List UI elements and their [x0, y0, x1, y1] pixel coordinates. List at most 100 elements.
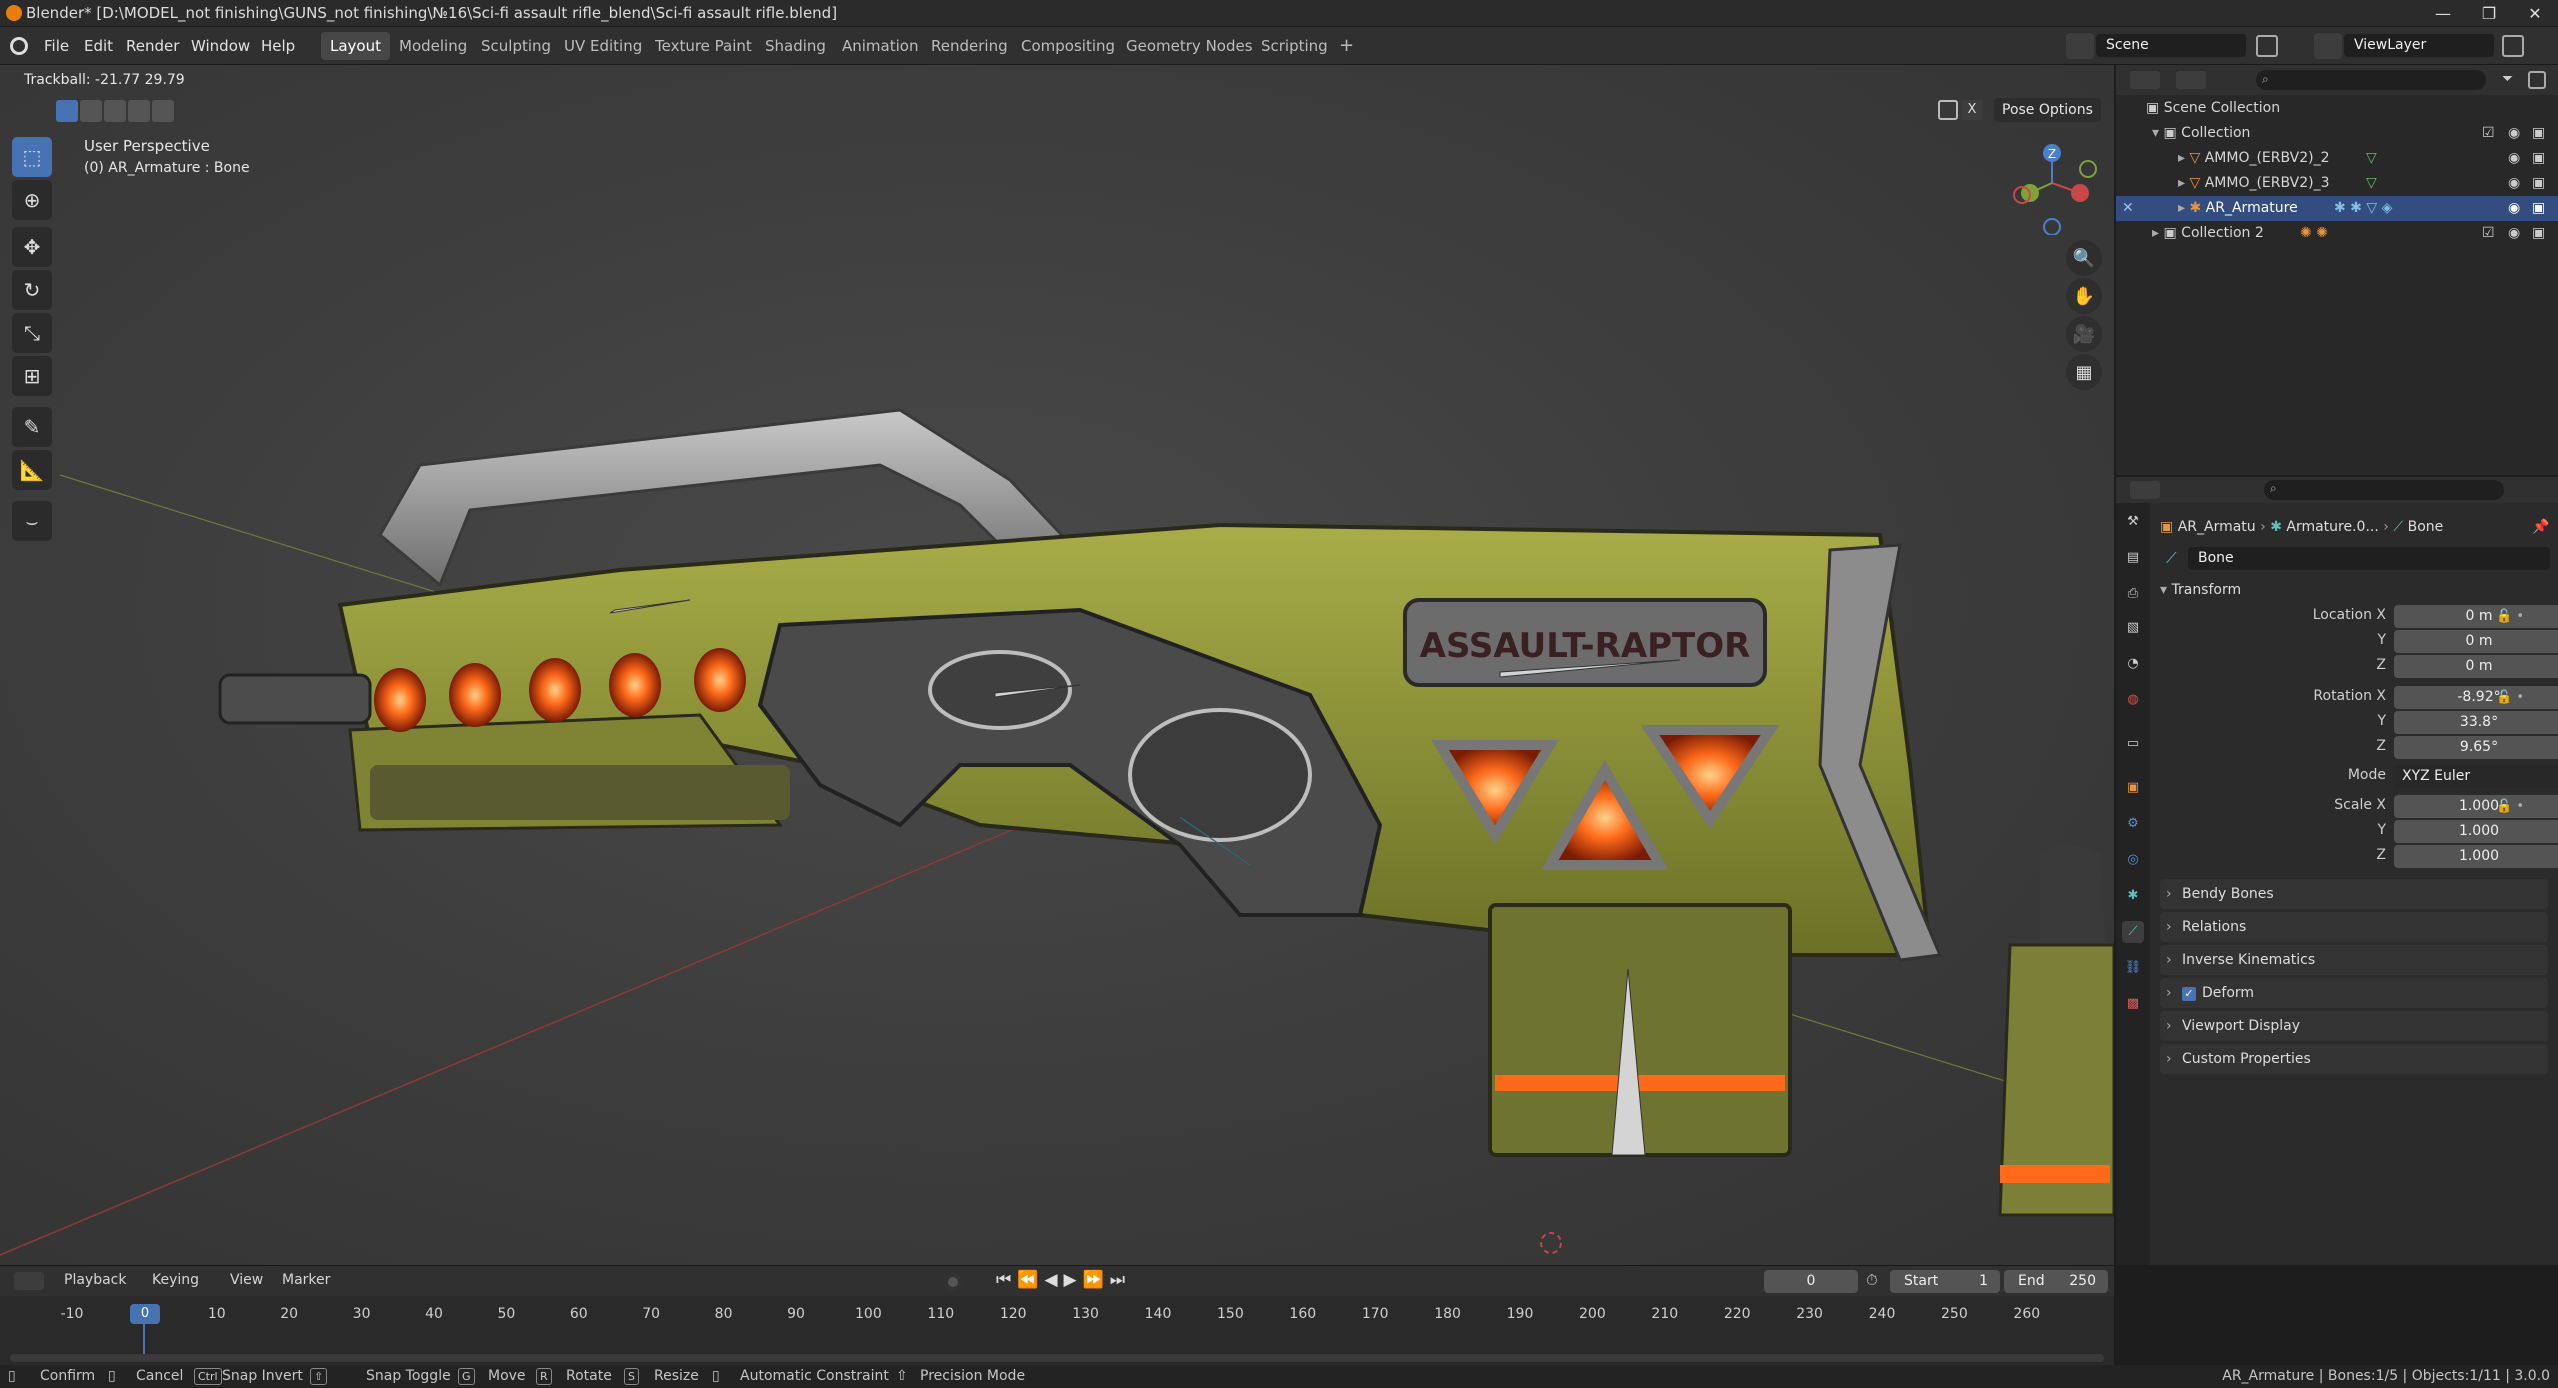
- tool-tab-icon[interactable]: ⚒: [2122, 511, 2144, 533]
- modifier-tab-icon[interactable]: ⚙: [2122, 813, 2144, 835]
- deform-panel[interactable]: › ✓ Deform: [2160, 978, 2548, 1008]
- minimize-button[interactable]: —: [2420, 0, 2466, 27]
- relations-panel[interactable]: › Relations: [2160, 912, 2548, 942]
- 3d-viewport[interactable]: ASSAULT-RAPTOR Trackball: -21.77 29.79 U…: [0, 65, 2114, 1265]
- select-intersect-icon[interactable]: [152, 100, 174, 122]
- outliner-item-armature[interactable]: ✕ ▸ ✱ AR_Armature ✱ ✱ ▽ ◈ ◉ ▣: [2116, 196, 2558, 221]
- pin-icon[interactable]: 📌: [2532, 519, 2549, 535]
- scale-y-field[interactable]: 1.000: [2394, 820, 2558, 843]
- gizmo-toggle-icon[interactable]: [1938, 100, 1958, 120]
- tab-modeling[interactable]: Modeling: [390, 32, 476, 60]
- expand-arrow-icon[interactable]: ▸: [2178, 200, 2189, 216]
- rotate-tool[interactable]: ↻: [12, 270, 52, 310]
- bone-size-tool[interactable]: ⌣: [12, 501, 52, 541]
- scene-type-icon[interactable]: [2066, 33, 2094, 59]
- outliner-search-input[interactable]: [2256, 70, 2486, 90]
- timeline-scrollbar[interactable]: [10, 1354, 2104, 1362]
- viewlayer-type-icon[interactable]: [2314, 33, 2342, 59]
- tab-geometry-nodes[interactable]: Geometry Nodes: [1117, 32, 1262, 60]
- expand-arrow-icon[interactable]: ▾: [2152, 125, 2163, 141]
- select-new-icon[interactable]: [56, 100, 78, 122]
- render-camera-icon[interactable]: ▣: [2532, 171, 2545, 196]
- tab-uv-editing[interactable]: UV Editing: [555, 32, 651, 60]
- scale-tool[interactable]: ⤡: [12, 313, 52, 353]
- select-box-tool[interactable]: ⬚: [12, 137, 52, 177]
- menu-window[interactable]: Window: [183, 27, 258, 65]
- render-camera-icon[interactable]: ▣: [2532, 146, 2545, 171]
- select-invert-icon[interactable]: [128, 100, 150, 122]
- transform-panel-header[interactable]: ▾ Transform: [2160, 575, 2550, 605]
- scale-z-field[interactable]: 1.000: [2394, 845, 2558, 868]
- inverse-kinematics-panel[interactable]: › Inverse Kinematics: [2160, 945, 2548, 975]
- render-camera-icon[interactable]: ▣: [2532, 221, 2545, 246]
- bone-constraint-tab-icon[interactable]: ⛓: [2122, 957, 2144, 979]
- deform-checkbox[interactable]: ✓: [2182, 987, 2196, 1001]
- viewlayer-field[interactable]: ViewLayer: [2344, 34, 2494, 57]
- tab-sculpting[interactable]: Sculpting: [472, 32, 560, 60]
- rotation-y-field[interactable]: 33.8°: [2394, 711, 2558, 734]
- menu-render[interactable]: Render: [118, 27, 187, 65]
- maximize-button[interactable]: ❐: [2466, 0, 2512, 27]
- tab-shading[interactable]: Shading: [756, 32, 835, 60]
- select-subtract-icon[interactable]: [104, 100, 126, 122]
- collapse-arrow-icon[interactable]: ▾: [2160, 582, 2171, 598]
- new-scene-icon[interactable]: [2256, 35, 2278, 57]
- texture-tab-icon[interactable]: ▩: [2122, 993, 2144, 1015]
- lock-location-icon[interactable]: 🔓 •: [2496, 605, 2524, 628]
- physics-tab-icon[interactable]: ◎: [2122, 849, 2144, 871]
- scene-tab-icon[interactable]: ◔: [2122, 653, 2144, 675]
- collection-tab-icon[interactable]: ▭: [2122, 733, 2144, 755]
- lock-scale-icon[interactable]: 🔓 •: [2496, 795, 2524, 818]
- render-camera-icon[interactable]: ▣: [2532, 121, 2545, 146]
- outliner-collection[interactable]: ▾ ▣ Collection ☑ ◉ ▣: [2116, 121, 2558, 146]
- add-workspace-button[interactable]: +: [1330, 32, 1363, 60]
- bone-tab-icon[interactable]: ⟋: [2122, 921, 2144, 943]
- render-camera-icon[interactable]: ▣: [2532, 196, 2545, 221]
- tab-compositing[interactable]: Compositing: [1012, 32, 1124, 60]
- menu-edit[interactable]: Edit: [76, 27, 121, 65]
- expand-arrow-icon[interactable]: ▸: [2178, 175, 2189, 191]
- visibility-eye-icon[interactable]: ◉: [2508, 196, 2520, 221]
- filter-icon[interactable]: ⏷: [2502, 71, 2513, 87]
- visibility-eye-icon[interactable]: ◉: [2508, 146, 2520, 171]
- menu-file[interactable]: File: [36, 27, 77, 65]
- expand-arrow-icon[interactable]: ▸: [2178, 150, 2189, 166]
- location-x-field[interactable]: 0 m: [2394, 605, 2558, 628]
- pan-hand-icon[interactable]: ✋: [2066, 278, 2102, 314]
- x-mirror-icon[interactable]: X: [1962, 100, 1982, 120]
- blender-menu-icon[interactable]: [10, 37, 28, 55]
- cursor-tool[interactable]: ⊕: [12, 180, 52, 220]
- close-button[interactable]: ✕: [2512, 0, 2558, 27]
- output-tab-icon[interactable]: ⎙: [2122, 583, 2144, 605]
- pose-options-dropdown[interactable]: Pose Options: [1994, 98, 2101, 122]
- camera-view-icon[interactable]: 🎥: [2066, 316, 2102, 352]
- visibility-eye-icon[interactable]: ◉: [2508, 171, 2520, 196]
- bone-name-field[interactable]: Bone: [2188, 547, 2550, 570]
- tab-layout[interactable]: Layout: [321, 32, 390, 60]
- transform-tool[interactable]: ⊞: [12, 356, 52, 396]
- outliner-collection-2[interactable]: ▸ ▣ Collection 2 ✺ ✺ ☑ ◉ ▣: [2116, 221, 2558, 246]
- render-tab-icon[interactable]: ▤: [2122, 547, 2144, 569]
- display-mode-icon[interactable]: [2176, 71, 2206, 89]
- visibility-eye-icon[interactable]: ◉: [2508, 221, 2520, 246]
- menu-help[interactable]: Help: [253, 27, 303, 65]
- new-collection-icon[interactable]: [2528, 71, 2546, 89]
- custom-properties-panel[interactable]: › Custom Properties: [2160, 1044, 2548, 1074]
- expand-arrow-icon[interactable]: ▸: [2152, 225, 2163, 241]
- bendy-bones-panel[interactable]: › Bendy Bones: [2160, 879, 2548, 909]
- measure-tool[interactable]: 📐: [12, 450, 52, 490]
- properties-search-input[interactable]: [2264, 480, 2504, 500]
- scene-field[interactable]: Scene: [2096, 34, 2246, 57]
- rotation-z-field[interactable]: 9.65°: [2394, 736, 2558, 759]
- tab-rendering[interactable]: Rendering: [922, 32, 1017, 60]
- editor-type-icon[interactable]: [2130, 71, 2160, 89]
- annotate-tool[interactable]: ✎: [12, 407, 52, 447]
- select-extend-icon[interactable]: [80, 100, 102, 122]
- world-tab-icon[interactable]: ◍: [2122, 689, 2144, 711]
- tab-animation[interactable]: Animation: [833, 32, 927, 60]
- navigation-gizmo[interactable]: Z: [2000, 135, 2100, 235]
- outliner-item-ammo-3[interactable]: ▸ ▽ AMMO_(ERBV2)_3 ▽ ◉ ▣: [2116, 171, 2558, 196]
- tab-texture-paint[interactable]: Texture Paint: [646, 32, 761, 60]
- select-mode-buttons[interactable]: [56, 100, 174, 122]
- location-z-field[interactable]: 0 m: [2394, 655, 2558, 678]
